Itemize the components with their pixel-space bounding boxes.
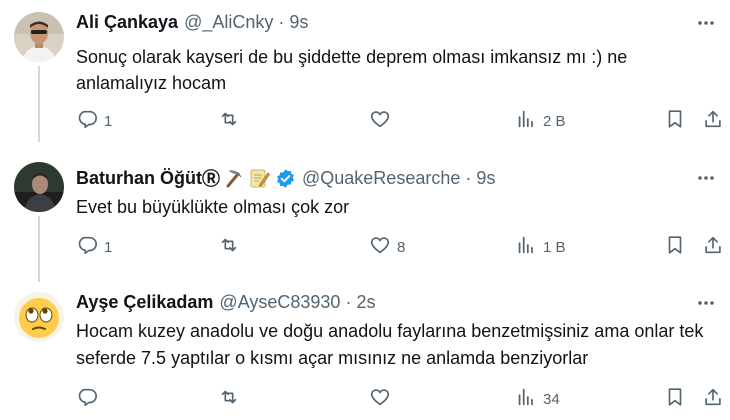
reply-tweet[interactable]: Baturhan Öğüt Ⓡ @QuakeResearche · 9s Eve… (0, 140, 730, 282)
share-icon (702, 108, 724, 134)
tweet-header: Ali Çankaya @_AliCnky · 9s (76, 10, 308, 34)
reply-icon (76, 108, 98, 134)
views-button[interactable]: 1 B (515, 235, 566, 259)
retweet-button[interactable] (218, 387, 246, 411)
action-bar: 34 (76, 387, 726, 411)
separator: · (278, 11, 285, 32)
views-count: 34 (543, 390, 560, 408)
tweet-text: Evet bu büyüklükte olması çok zor (76, 197, 350, 217)
share-button[interactable] (702, 387, 724, 411)
bookmark-icon (664, 234, 686, 260)
verified-icon[interactable] (275, 168, 296, 189)
reply-tweet[interactable]: Ayşe Çelikadam @AyseC83930 · 2s Hocam ku… (0, 280, 730, 420)
like-icon (369, 234, 391, 260)
avatar[interactable] (14, 12, 64, 62)
action-bar: 1 8 1 B (76, 235, 726, 259)
more-icon[interactable] (696, 168, 716, 188)
reply-count: 1 (104, 238, 113, 256)
reply-button[interactable] (76, 387, 104, 411)
tweet-text: Hocam kuzey anadolu ve doğu anadolu fayl… (76, 321, 704, 368)
author-name[interactable]: Ali Çankaya (76, 12, 178, 33)
like-icon (369, 386, 391, 412)
tweet-header: Ayşe Çelikadam @AyseC83930 · 2s (76, 290, 375, 314)
bookmark-button[interactable] (664, 235, 686, 259)
reply-button[interactable]: 1 (76, 109, 112, 133)
retweet-icon (218, 234, 240, 260)
reply-count: 1 (104, 112, 113, 130)
like-button[interactable]: 8 (369, 235, 405, 259)
separator: · (465, 167, 472, 188)
reply-icon (76, 386, 98, 412)
separator: · (345, 291, 352, 312)
timestamp[interactable]: 9s (476, 168, 495, 189)
tweet-text: Sonuç olarak kayseri de bu şiddette depr… (76, 47, 628, 93)
reply-tweet[interactable]: Ali Çankaya @_AliCnky · 9s Sonuç olarak … (0, 0, 730, 142)
views-button[interactable]: 2 B (515, 109, 566, 133)
retweet-icon (218, 386, 240, 412)
views-button[interactable]: 34 (515, 387, 560, 411)
author-name[interactable]: Baturhan Öğüt (76, 168, 202, 189)
like-count: 8 (397, 238, 406, 256)
thread-line (38, 66, 40, 142)
tweet-header: Baturhan Öğüt Ⓡ @QuakeResearche · 9s (76, 166, 495, 190)
author-handle[interactable]: @QuakeResearche (302, 168, 460, 189)
views-count: 2 B (543, 112, 566, 130)
share-icon (702, 386, 724, 412)
author-handle[interactable]: @AyseC83930 (219, 292, 340, 313)
bookmark-icon (664, 108, 686, 134)
retweet-button[interactable] (218, 235, 246, 259)
memo-emoji (248, 167, 270, 189)
like-icon (369, 108, 391, 134)
thread-line (38, 216, 40, 282)
share-button[interactable] (702, 235, 724, 259)
views-icon (515, 386, 537, 412)
like-button[interactable] (369, 387, 397, 411)
bookmark-icon (664, 386, 686, 412)
bookmark-button[interactable] (664, 109, 686, 133)
reply-icon (76, 234, 98, 260)
views-icon (515, 108, 537, 134)
retweet-button[interactable] (218, 109, 246, 133)
share-icon (702, 234, 724, 260)
pickaxe-emoji (222, 167, 244, 189)
registered-mark: Ⓡ (202, 169, 220, 189)
author-name[interactable]: Ayşe Çelikadam (76, 292, 213, 313)
bookmark-button[interactable] (664, 387, 686, 411)
timestamp[interactable]: 2s (356, 292, 375, 313)
avatar[interactable] (14, 162, 64, 212)
share-button[interactable] (702, 109, 724, 133)
more-icon[interactable] (696, 13, 716, 33)
author-handle[interactable]: @_AliCnky (184, 12, 273, 33)
like-button[interactable] (369, 109, 397, 133)
reply-button[interactable]: 1 (76, 235, 112, 259)
retweet-icon (218, 108, 240, 134)
views-icon (515, 234, 537, 260)
more-icon[interactable] (696, 293, 716, 313)
action-bar: 1 2 B (76, 109, 726, 133)
rolling-eyes-emoji[interactable] (14, 292, 64, 342)
timestamp[interactable]: 9s (289, 12, 308, 33)
views-count: 1 B (543, 238, 566, 256)
